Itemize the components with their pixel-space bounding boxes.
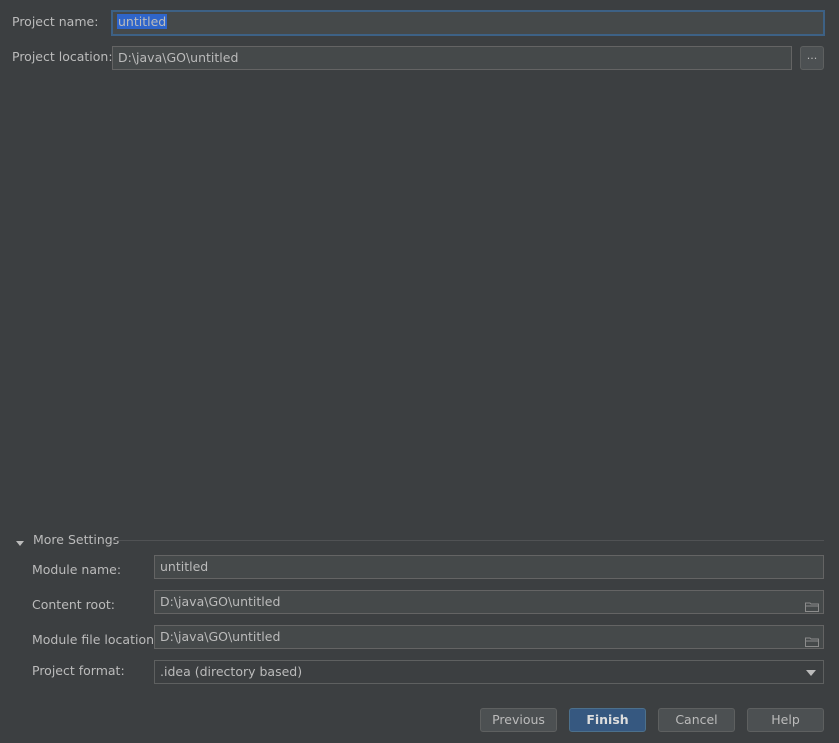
project-name-input[interactable]: untitled [111, 10, 825, 36]
more-settings-divider [112, 540, 824, 541]
browse-location-button[interactable]: ... [800, 46, 824, 70]
content-root-input[interactable]: D:\java\GO\untitled [154, 590, 824, 614]
previous-button[interactable]: Previous [480, 708, 557, 732]
module-name-value: untitled [160, 559, 209, 574]
module-file-location-label: Module file location: [32, 632, 159, 647]
project-format-value: .idea (directory based) [160, 664, 303, 679]
module-name-label: Module name: [32, 562, 122, 577]
cancel-button[interactable]: Cancel [658, 708, 735, 732]
content-root-value: D:\java\GO\untitled [160, 594, 281, 609]
project-format-select[interactable]: .idea (directory based) [154, 660, 824, 684]
help-button[interactable]: Help [747, 708, 824, 732]
chevron-down-icon [806, 670, 816, 676]
module-file-location-input[interactable]: D:\java\GO\untitled [154, 625, 824, 649]
triangle-down-icon[interactable] [15, 536, 25, 546]
module-file-location-value: D:\java\GO\untitled [160, 629, 281, 644]
project-location-value: D:\java\GO\untitled [118, 50, 239, 65]
project-location-input[interactable]: D:\java\GO\untitled [112, 46, 792, 70]
module-name-input[interactable]: untitled [154, 555, 824, 579]
more-settings-toggle[interactable]: More Settings [33, 532, 119, 548]
content-root-label: Content root: [32, 597, 115, 612]
project-name-label: Project name: [12, 14, 99, 29]
finish-button[interactable]: Finish [569, 708, 646, 732]
new-project-dialog: Project name: untitled Project location:… [0, 0, 839, 743]
project-location-label: Project location: [12, 49, 113, 64]
folder-icon[interactable] [805, 597, 819, 612]
project-format-label: Project format: [32, 663, 125, 678]
folder-icon[interactable] [805, 632, 819, 647]
project-name-value: untitled [117, 14, 168, 29]
